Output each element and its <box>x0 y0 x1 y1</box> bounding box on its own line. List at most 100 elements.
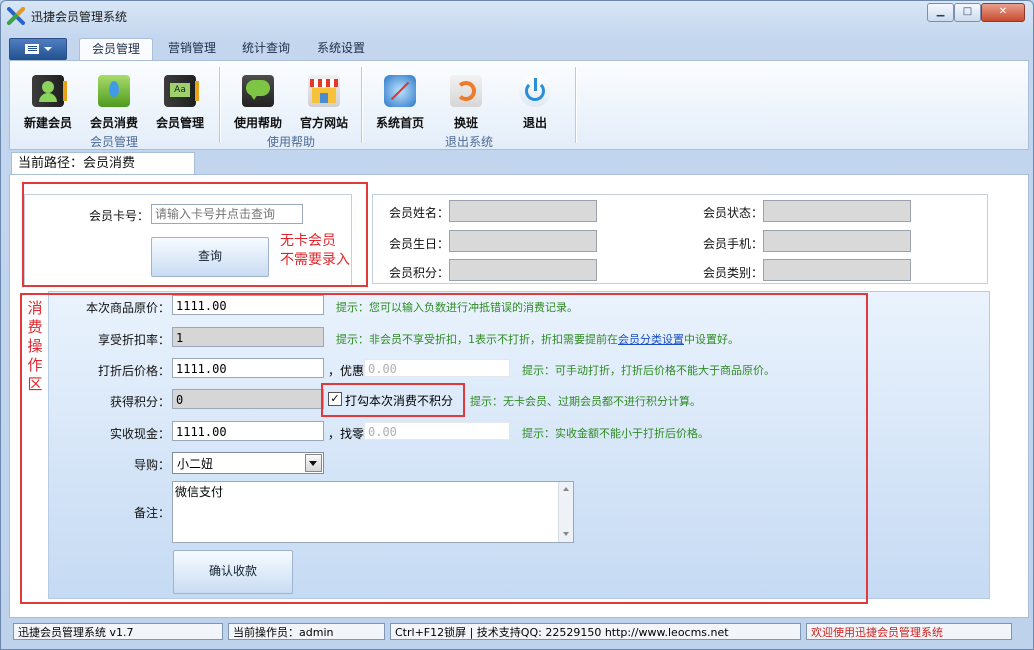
group-label-exit: 退出系统 <box>444 135 493 149</box>
remark-label: 备注： <box>133 506 170 520</box>
no-points-checkbox-label[interactable]: 打勾本次消费不积分 <box>345 392 453 409</box>
operation-area-label: 消 费 操 作 区 <box>26 299 44 394</box>
sales-guide-label: 导购： <box>133 458 170 472</box>
remark-scrollbar[interactable] <box>558 482 573 542</box>
tab-member-management[interactable]: 会员管理 <box>79 38 153 61</box>
compass-icon <box>384 75 416 107</box>
member-points-field <box>449 259 597 281</box>
power-icon <box>519 75 551 107</box>
ribbon-separator <box>219 67 220 143</box>
member-category-settings-link[interactable]: 会员分类设置 <box>618 333 684 346</box>
shift-change-button[interactable]: 换班 <box>436 71 496 133</box>
title-bar: 迅捷会员管理系统 ▁ □ ✕ <box>1 1 1033 31</box>
earned-points-hint: 提示：无卡会员、过期会员都不进行积分计算。 <box>470 395 701 408</box>
side-char: 费 <box>27 318 43 336</box>
system-home-label: 系统首页 <box>375 116 424 130</box>
no-points-checkbox[interactable]: ✓ <box>328 392 342 406</box>
confirm-payment-button[interactable]: 确认收款 <box>173 550 293 594</box>
main-content: 会员卡号： 查询 无卡会员 不需要录入 会员姓名： 会员生日： 会员积分： 会员… <box>9 174 1029 618</box>
app-window: 迅捷会员管理系统 ▁ □ ✕ 会员管理 营销管理 统计查询 系统设置 新建会员 … <box>0 0 1034 650</box>
member-birthday-field <box>449 230 597 252</box>
system-home-button[interactable]: 系统首页 <box>370 71 430 133</box>
member-category-field <box>763 259 911 281</box>
minimize-button[interactable]: ▁ <box>927 3 954 22</box>
shift-change-label: 换班 <box>453 116 478 130</box>
member-manage-icon: Aa <box>164 75 199 107</box>
original-price-label: 本次商品原价： <box>85 301 170 315</box>
member-manage-label: 会员管理 <box>155 116 204 130</box>
status-operator: 当前操作员：admin <box>228 623 385 640</box>
member-phone-label: 会员手机： <box>702 237 763 251</box>
card-query-highlight <box>22 182 368 287</box>
status-support: Ctrl+F12锁屏 | 技术支持QQ: 22529150 http://www… <box>390 623 801 640</box>
coupon-input[interactable]: 0.00 <box>364 359 510 377</box>
discount-input: 1 <box>172 327 324 347</box>
member-manage-button[interactable]: Aa 会员管理 <box>150 71 210 133</box>
sales-guide-value: 小二妞 <box>177 457 214 471</box>
close-button[interactable]: ✕ <box>981 3 1025 22</box>
exit-button[interactable]: 退出 <box>505 71 565 133</box>
group-label-member: 会员管理 <box>89 135 138 149</box>
discount-hint: 提示：非会员不享受折扣，1表示不打折，折扣需要提前在会员分类设置中设置好。 <box>336 331 739 347</box>
status-version: 迅捷会员管理系统 v1.7 <box>13 623 223 640</box>
discounted-price-hint: 提示：可手动打折，打折后价格不能大于商品原价。 <box>522 364 775 377</box>
discounted-price-input[interactable]: 1111.00 <box>172 358 324 378</box>
new-member-label: 新建会员 <box>23 116 72 130</box>
cash-label: 实收现金： <box>109 427 170 441</box>
store-icon <box>308 75 340 107</box>
group-label-help: 使用帮助 <box>266 135 315 149</box>
help-label: 使用帮助 <box>233 116 282 130</box>
status-welcome: 欢迎使用迅捷会员管理系统 <box>806 623 1012 640</box>
menu-grid-icon <box>25 44 39 54</box>
member-name-field <box>449 200 597 222</box>
member-birthday-label: 会员生日： <box>388 237 449 251</box>
side-char: 作 <box>27 356 43 374</box>
new-member-button[interactable]: 新建会员 <box>18 71 78 133</box>
discount-hint-suffix: 中设置好。 <box>684 333 739 346</box>
member-name-label: 会员姓名： <box>388 206 449 220</box>
side-char: 消 <box>27 299 43 317</box>
app-logo-icon <box>7 7 25 25</box>
member-consume-label: 会员消费 <box>89 116 138 130</box>
scroll-up-icon[interactable] <box>563 487 569 491</box>
tab-marketing[interactable]: 营销管理 <box>157 38 227 60</box>
side-char: 操 <box>27 337 43 355</box>
member-info-panel: 会员姓名： 会员生日： 会员积分： 会员状态： 会员手机： 会员类别： <box>372 194 988 284</box>
chevron-down-icon <box>44 47 52 51</box>
member-status-label: 会员状态： <box>702 206 763 220</box>
official-site-button[interactable]: 官方网站 <box>294 71 354 133</box>
discount-label: 享受折扣率： <box>97 333 170 347</box>
window-title: 迅捷会员管理系统 <box>31 10 128 24</box>
breadcrumb: 当前路径：会员消费 <box>11 152 195 175</box>
official-site-label: 官方网站 <box>299 116 348 130</box>
exit-label: 退出 <box>522 116 547 130</box>
member-consume-icon <box>98 75 130 107</box>
member-add-icon <box>32 75 67 107</box>
tab-system-settings[interactable]: 系统设置 <box>306 38 376 60</box>
ribbon-separator <box>361 67 362 143</box>
member-consume-button[interactable]: 会员消费 <box>84 71 144 133</box>
cash-input[interactable]: 1111.00 <box>172 421 324 441</box>
app-menu-button[interactable] <box>9 38 67 60</box>
side-char: 区 <box>27 375 43 393</box>
shift-swap-icon <box>450 75 482 107</box>
chevron-down-icon[interactable] <box>305 454 322 472</box>
maximize-button[interactable]: □ <box>954 3 981 22</box>
change-label: ，找零 <box>328 427 365 441</box>
earned-points-label: 获得积分： <box>109 395 170 409</box>
remark-value: 微信支付 <box>175 485 224 499</box>
original-price-input[interactable]: 1111.00 <box>172 295 324 315</box>
discount-hint-text: 提示：非会员不享受折扣，1表示不打折，折扣需要提前在 <box>336 333 618 346</box>
remark-textarea[interactable]: 微信支付 <box>172 481 574 543</box>
discounted-price-label: 打折后价格： <box>97 364 170 378</box>
earned-points-input: 0 <box>172 389 324 409</box>
scroll-down-icon[interactable] <box>563 532 569 536</box>
tab-statistics[interactable]: 统计查询 <box>231 38 301 60</box>
help-chat-icon <box>242 75 274 107</box>
sales-guide-select[interactable]: 小二妞 <box>172 452 324 474</box>
member-phone-field <box>763 230 911 252</box>
help-button[interactable]: 使用帮助 <box>228 71 288 133</box>
coupon-label: ，优惠 <box>328 364 365 378</box>
member-category-label: 会员类别： <box>702 266 763 280</box>
member-status-field <box>763 200 911 222</box>
